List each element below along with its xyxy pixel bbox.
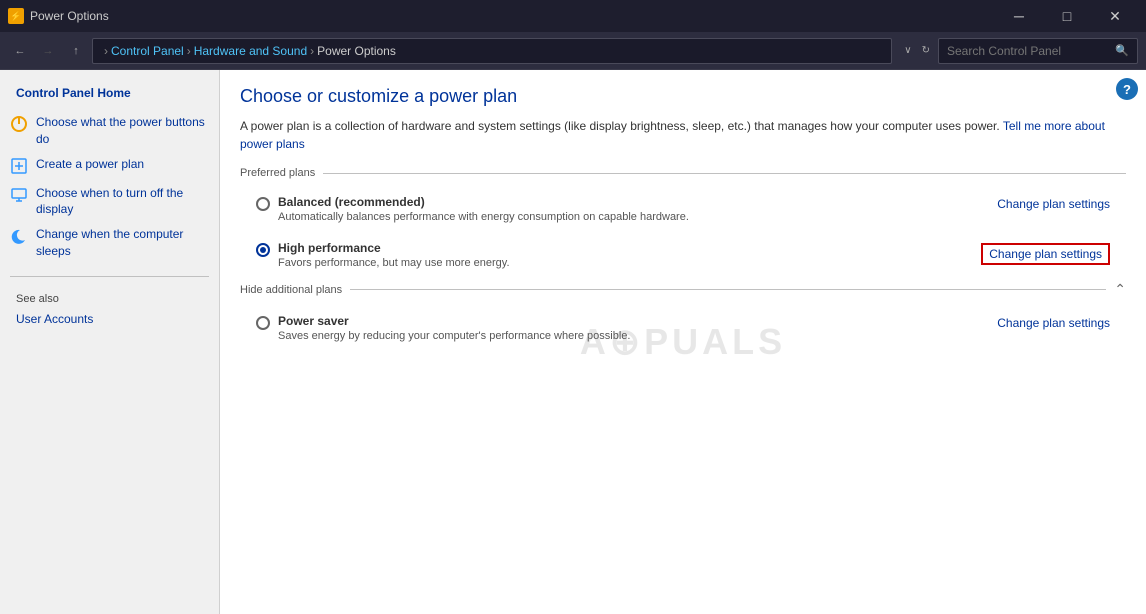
- help-button[interactable]: ?: [1116, 78, 1138, 100]
- window-controls: ─ □ ✕: [996, 0, 1138, 32]
- high-performance-radio-wrap[interactable]: [256, 243, 270, 257]
- search-box[interactable]: 🔍: [938, 38, 1138, 64]
- address-separator: ›: [104, 44, 108, 58]
- page-desc-text: A power plan is a collection of hardware…: [240, 119, 1000, 133]
- balanced-settings-link[interactable]: Change plan settings: [997, 197, 1110, 211]
- balanced-plan-name: Balanced (recommended): [278, 195, 689, 209]
- high-performance-radio[interactable]: [256, 243, 270, 257]
- content-area: ? A⊕PUALS Choose or customize a power pl…: [220, 70, 1146, 614]
- high-performance-plan-left: High performance Favors performance, but…: [256, 241, 510, 269]
- address-current: Power Options: [317, 44, 396, 58]
- dropdown-arrow[interactable]: ∨: [900, 43, 915, 58]
- balanced-radio[interactable]: [256, 197, 270, 211]
- address-hardware-sound[interactable]: Hardware and Sound: [194, 44, 307, 58]
- additional-section-label: Hide additional plans: [240, 284, 342, 296]
- high-performance-plan-info: High performance Favors performance, but…: [278, 241, 510, 269]
- up-button[interactable]: ↑: [64, 39, 88, 63]
- additional-section-header: Hide additional plans ⌃: [240, 281, 1126, 298]
- power-saver-plan-info: Power saver Saves energy by reducing you…: [278, 314, 630, 342]
- power-saver-plan-left: Power saver Saves energy by reducing you…: [256, 314, 630, 342]
- search-input[interactable]: [947, 44, 1115, 58]
- minimize-button[interactable]: ─: [996, 0, 1042, 32]
- main-layout: Control Panel Home Choose what the power…: [0, 70, 1146, 614]
- sidebar-user-accounts[interactable]: User Accounts: [0, 309, 219, 329]
- power-saver-plan-name: Power saver: [278, 314, 630, 328]
- sidebar-item-power-buttons-label: Choose what the power buttons do: [36, 114, 209, 148]
- sidebar-item-sleep-label: Change when the computer sleeps: [36, 226, 209, 260]
- search-icon: 🔍: [1115, 44, 1129, 57]
- forward-button[interactable]: →: [36, 39, 60, 63]
- sidebar-item-power-buttons[interactable]: Choose what the power buttons do: [0, 110, 219, 152]
- create-plan-icon: [10, 157, 30, 177]
- high-performance-plan-desc: Favors performance, but may use more ene…: [278, 257, 510, 269]
- titlebar: ⚡ Power Options ─ □ ✕: [0, 0, 1146, 32]
- preferred-section-label: Preferred plans: [240, 167, 315, 179]
- high-performance-plan: High performance Favors performance, but…: [240, 235, 1126, 275]
- maximize-button[interactable]: □: [1044, 0, 1090, 32]
- high-performance-settings-link[interactable]: Change plan settings: [981, 243, 1110, 265]
- address-control-panel[interactable]: Control Panel: [111, 44, 184, 58]
- sidebar-item-create-plan-label: Create a power plan: [36, 156, 209, 173]
- app-icon: ⚡: [8, 8, 24, 24]
- see-also-label: See also: [0, 289, 219, 309]
- preferred-section-header: Preferred plans: [240, 167, 1126, 179]
- sidebar-item-sleep[interactable]: Change when the computer sleeps: [0, 222, 219, 264]
- high-performance-plan-name: High performance: [278, 241, 510, 255]
- sidebar-home[interactable]: Control Panel Home: [0, 80, 219, 110]
- address-controls: ∨ ↻: [900, 43, 934, 58]
- additional-section-line: [350, 289, 1106, 290]
- balanced-plan: Balanced (recommended) Automatically bal…: [240, 189, 1126, 229]
- balanced-radio-wrap[interactable]: [256, 197, 270, 211]
- balanced-plan-info: Balanced (recommended) Automatically bal…: [278, 195, 689, 223]
- sidebar-item-display[interactable]: Choose when to turn off the display: [0, 181, 219, 223]
- power-saver-radio[interactable]: [256, 316, 270, 330]
- power-saver-settings-link[interactable]: Change plan settings: [997, 316, 1110, 330]
- sidebar-item-create-plan[interactable]: Create a power plan: [0, 152, 219, 181]
- back-button[interactable]: ←: [8, 39, 32, 63]
- balanced-plan-desc: Automatically balances performance with …: [278, 211, 689, 223]
- monitor-icon: [10, 186, 30, 206]
- balanced-plan-left: Balanced (recommended) Automatically bal…: [256, 195, 689, 223]
- sidebar: Control Panel Home Choose what the power…: [0, 70, 220, 614]
- sleep-icon: [10, 227, 30, 247]
- sidebar-divider: [10, 276, 209, 277]
- power-saver-plan-desc: Saves energy by reducing your computer's…: [278, 330, 630, 342]
- power-saver-plan: Power saver Saves energy by reducing you…: [240, 308, 1126, 348]
- page-description: A power plan is a collection of hardware…: [240, 117, 1126, 153]
- address-sep3: ›: [310, 44, 314, 58]
- refresh-button[interactable]: ↻: [918, 43, 934, 58]
- power-icon: [10, 115, 30, 135]
- power-saver-radio-wrap[interactable]: [256, 316, 270, 330]
- address-box[interactable]: › Control Panel › Hardware and Sound › P…: [92, 38, 892, 64]
- page-title: Choose or customize a power plan: [240, 86, 1126, 107]
- address-bar: ← → ↑ › Control Panel › Hardware and Sou…: [0, 32, 1146, 70]
- sidebar-item-display-label: Choose when to turn off the display: [36, 185, 209, 219]
- window-title: Power Options: [30, 9, 996, 23]
- close-button[interactable]: ✕: [1092, 0, 1138, 32]
- collapse-button[interactable]: ⌃: [1114, 281, 1126, 298]
- address-sep2: ›: [187, 44, 191, 58]
- section-line: [323, 173, 1126, 174]
